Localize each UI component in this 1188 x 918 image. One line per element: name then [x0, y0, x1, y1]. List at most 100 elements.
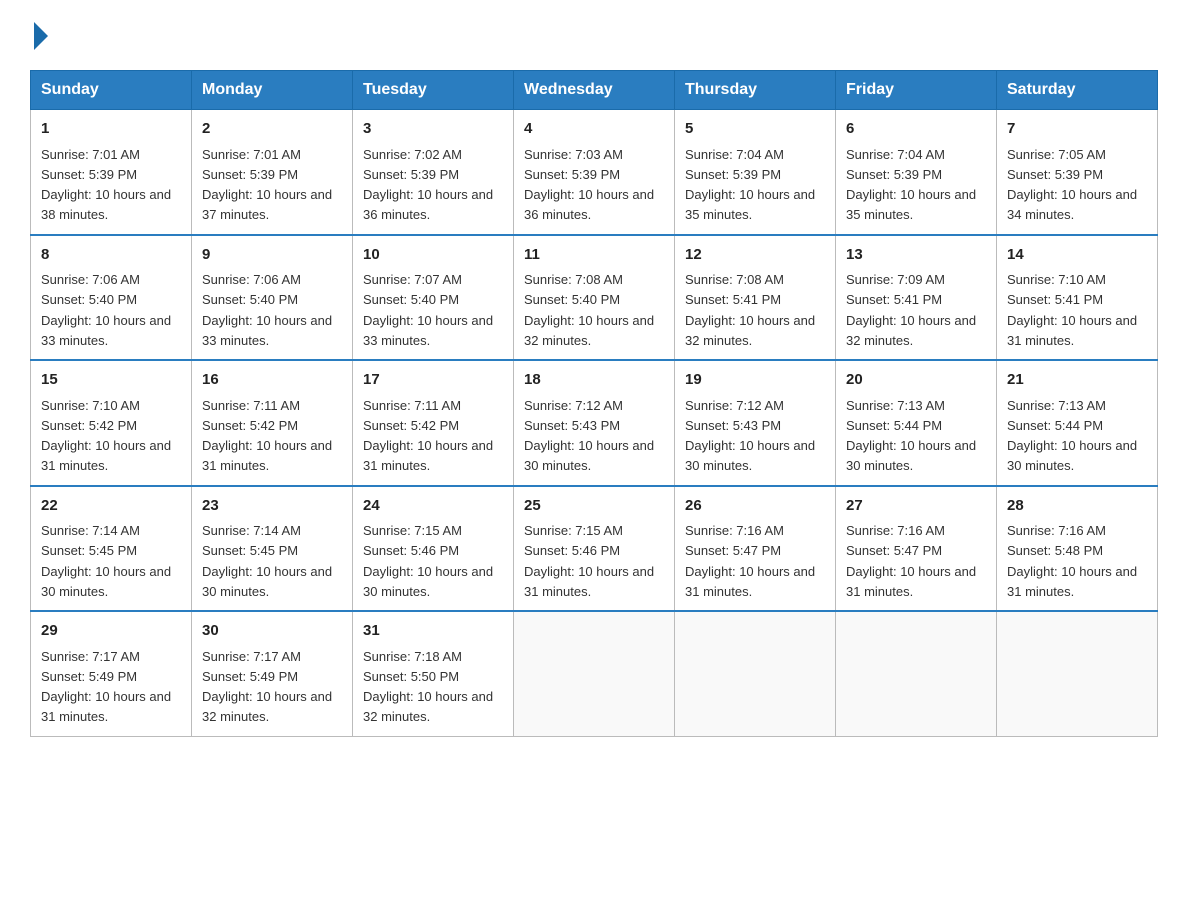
calendar-day-cell: 2Sunrise: 7:01 AMSunset: 5:39 PMDaylight…	[192, 110, 353, 235]
calendar-table: Sunday Monday Tuesday Wednesday Thursday…	[30, 70, 1158, 737]
calendar-day-cell: 20 Sunrise: 7:13 AMSunset: 5:44 PMDayligh…	[836, 360, 997, 486]
calendar-day-cell: 26Sunrise: 7:16 AMSunset: 5:47 PMDayligh…	[675, 486, 836, 612]
calendar-day-cell: 7 Sunrise: 7:05 AMSunset: 5:39 PMDaylight…	[997, 110, 1158, 235]
calendar-header-row: Sunday Monday Tuesday Wednesday Thursday…	[31, 71, 1158, 110]
day-info: Sunrise: 7:12 AMSunset: 5:43 PMDaylight:…	[524, 398, 654, 474]
calendar-day-cell	[675, 611, 836, 736]
calendar-week-row: 22 Sunrise: 7:14 AMSunset: 5:45 PMDayligh…	[31, 486, 1158, 612]
day-info: Sunrise: 7:16 AMSunset: 5:48 PMDaylight:…	[1007, 523, 1137, 599]
day-number: 9	[202, 244, 342, 267]
day-info: Sunrise: 7:05 AMSunset: 5:39 PMDaylight:…	[1007, 147, 1137, 223]
day-number: 16	[202, 369, 342, 392]
calendar-day-cell: 16 Sunrise: 7:11 AMSunset: 5:42 PMDayligh…	[192, 360, 353, 486]
day-info: Sunrise: 7:14 AMSunset: 5:45 PMDaylight:…	[41, 523, 171, 599]
day-info: Sunrise: 7:14 AMSunset: 5:45 PMDaylight:…	[202, 523, 332, 599]
calendar-day-cell: 18 Sunrise: 7:12 AMSunset: 5:43 PMDayligh…	[514, 360, 675, 486]
day-info: Sunrise: 7:08 AMSunset: 5:40 PMDaylight:…	[524, 272, 654, 348]
day-info: Sunrise: 7:08 AMSunset: 5:41 PMDaylight:…	[685, 272, 815, 348]
day-number: 19	[685, 369, 825, 392]
calendar-day-cell: 14Sunrise: 7:10 AMSunset: 5:41 PMDayligh…	[997, 235, 1158, 361]
day-number: 8	[41, 244, 181, 267]
day-info: Sunrise: 7:06 AMSunset: 5:40 PMDaylight:…	[41, 272, 171, 348]
calendar-day-cell: 4 Sunrise: 7:03 AMSunset: 5:39 PMDaylight…	[514, 110, 675, 235]
day-number: 4	[524, 118, 664, 141]
calendar-day-cell: 13Sunrise: 7:09 AMSunset: 5:41 PMDayligh…	[836, 235, 997, 361]
day-number: 24	[363, 495, 503, 518]
day-info: Sunrise: 7:13 AMSunset: 5:44 PMDaylight:…	[846, 398, 976, 474]
calendar-day-cell: 11 Sunrise: 7:08 AMSunset: 5:40 PMDayligh…	[514, 235, 675, 361]
day-number: 18	[524, 369, 664, 392]
page-header	[30, 20, 1158, 50]
day-number: 3	[363, 118, 503, 141]
day-info: Sunrise: 7:16 AMSunset: 5:47 PMDaylight:…	[685, 523, 815, 599]
day-info: Sunrise: 7:10 AMSunset: 5:42 PMDaylight:…	[41, 398, 171, 474]
calendar-week-row: 1 Sunrise: 7:01 AMSunset: 5:39 PMDaylight…	[31, 110, 1158, 235]
day-number: 1	[41, 118, 181, 141]
calendar-day-cell: 17Sunrise: 7:11 AMSunset: 5:42 PMDayligh…	[353, 360, 514, 486]
calendar-day-cell: 15 Sunrise: 7:10 AMSunset: 5:42 PMDayligh…	[31, 360, 192, 486]
day-number: 11	[524, 244, 664, 267]
calendar-day-cell: 30 Sunrise: 7:17 AMSunset: 5:49 PMDayligh…	[192, 611, 353, 736]
day-number: 23	[202, 495, 342, 518]
day-number: 25	[524, 495, 664, 518]
header-saturday: Saturday	[997, 71, 1158, 110]
day-number: 22	[41, 495, 181, 518]
calendar-week-row: 29 Sunrise: 7:17 AMSunset: 5:49 PMDayligh…	[31, 611, 1158, 736]
calendar-day-cell: 10Sunrise: 7:07 AMSunset: 5:40 PMDayligh…	[353, 235, 514, 361]
calendar-day-cell	[836, 611, 997, 736]
day-number: 29	[41, 620, 181, 643]
day-number: 21	[1007, 369, 1147, 392]
day-number: 15	[41, 369, 181, 392]
calendar-day-cell: 9 Sunrise: 7:06 AMSunset: 5:40 PMDaylight…	[192, 235, 353, 361]
header-tuesday: Tuesday	[353, 71, 514, 110]
calendar-day-cell: 23 Sunrise: 7:14 AMSunset: 5:45 PMDayligh…	[192, 486, 353, 612]
calendar-day-cell: 1 Sunrise: 7:01 AMSunset: 5:39 PMDaylight…	[31, 110, 192, 235]
day-number: 30	[202, 620, 342, 643]
day-info: Sunrise: 7:18 AMSunset: 5:50 PMDaylight:…	[363, 649, 493, 725]
day-info: Sunrise: 7:04 AMSunset: 5:39 PMDaylight:…	[685, 147, 815, 223]
day-info: Sunrise: 7:11 AMSunset: 5:42 PMDaylight:…	[363, 398, 493, 474]
calendar-day-cell: 5 Sunrise: 7:04 AMSunset: 5:39 PMDaylight…	[675, 110, 836, 235]
day-number: 6	[846, 118, 986, 141]
day-info: Sunrise: 7:11 AMSunset: 5:42 PMDaylight:…	[202, 398, 332, 474]
calendar-day-cell: 6 Sunrise: 7:04 AMSunset: 5:39 PMDaylight…	[836, 110, 997, 235]
header-thursday: Thursday	[675, 71, 836, 110]
day-number: 20	[846, 369, 986, 392]
day-info: Sunrise: 7:12 AMSunset: 5:43 PMDaylight:…	[685, 398, 815, 474]
calendar-day-cell	[514, 611, 675, 736]
logo	[30, 20, 48, 50]
day-number: 28	[1007, 495, 1147, 518]
calendar-day-cell: 12Sunrise: 7:08 AMSunset: 5:41 PMDayligh…	[675, 235, 836, 361]
day-number: 5	[685, 118, 825, 141]
day-info: Sunrise: 7:03 AMSunset: 5:39 PMDaylight:…	[524, 147, 654, 223]
day-info: Sunrise: 7:16 AMSunset: 5:47 PMDaylight:…	[846, 523, 976, 599]
calendar-day-cell: 19 Sunrise: 7:12 AMSunset: 5:43 PMDayligh…	[675, 360, 836, 486]
day-info: Sunrise: 7:09 AMSunset: 5:41 PMDaylight:…	[846, 272, 976, 348]
day-info: Sunrise: 7:06 AMSunset: 5:40 PMDaylight:…	[202, 272, 332, 348]
day-info: Sunrise: 7:17 AMSunset: 5:49 PMDaylight:…	[202, 649, 332, 725]
calendar-day-cell: 3 Sunrise: 7:02 AMSunset: 5:39 PMDaylight…	[353, 110, 514, 235]
calendar-day-cell: 31 Sunrise: 7:18 AMSunset: 5:50 PMDayligh…	[353, 611, 514, 736]
calendar-day-cell: 22 Sunrise: 7:14 AMSunset: 5:45 PMDayligh…	[31, 486, 192, 612]
header-monday: Monday	[192, 71, 353, 110]
day-info: Sunrise: 7:15 AMSunset: 5:46 PMDaylight:…	[524, 523, 654, 599]
calendar-day-cell: 24 Sunrise: 7:15 AMSunset: 5:46 PMDayligh…	[353, 486, 514, 612]
day-number: 7	[1007, 118, 1147, 141]
day-number: 31	[363, 620, 503, 643]
day-info: Sunrise: 7:17 AMSunset: 5:49 PMDaylight:…	[41, 649, 171, 725]
calendar-day-cell: 29 Sunrise: 7:17 AMSunset: 5:49 PMDayligh…	[31, 611, 192, 736]
day-info: Sunrise: 7:02 AMSunset: 5:39 PMDaylight:…	[363, 147, 493, 223]
day-info: Sunrise: 7:01 AMSunset: 5:39 PMDaylight:…	[202, 147, 332, 223]
day-info: Sunrise: 7:15 AMSunset: 5:46 PMDaylight:…	[363, 523, 493, 599]
header-friday: Friday	[836, 71, 997, 110]
day-number: 27	[846, 495, 986, 518]
calendar-day-cell: 8 Sunrise: 7:06 AMSunset: 5:40 PMDaylight…	[31, 235, 192, 361]
day-info: Sunrise: 7:01 AMSunset: 5:39 PMDaylight:…	[41, 147, 171, 223]
calendar-day-cell	[997, 611, 1158, 736]
header-wednesday: Wednesday	[514, 71, 675, 110]
day-info: Sunrise: 7:13 AMSunset: 5:44 PMDaylight:…	[1007, 398, 1137, 474]
day-info: Sunrise: 7:07 AMSunset: 5:40 PMDaylight:…	[363, 272, 493, 348]
calendar-day-cell: 28 Sunrise: 7:16 AMSunset: 5:48 PMDayligh…	[997, 486, 1158, 612]
day-info: Sunrise: 7:04 AMSunset: 5:39 PMDaylight:…	[846, 147, 976, 223]
day-info: Sunrise: 7:10 AMSunset: 5:41 PMDaylight:…	[1007, 272, 1137, 348]
